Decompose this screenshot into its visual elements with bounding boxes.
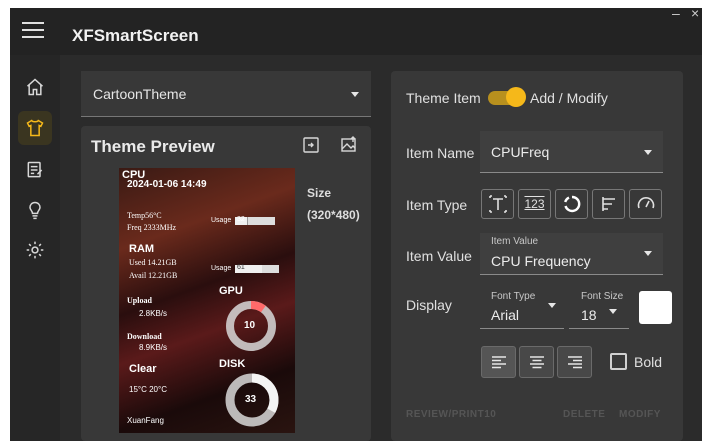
circle-progress-icon[interactable] [555,189,588,219]
chevron-down-icon [548,303,556,308]
item-value-select[interactable]: Item Value CPU Frequency [480,233,663,275]
theme-preview-card: Theme Preview CPU 2024-01-06 14:49 Temp5… [81,126,371,441]
item-value-hint: Item Value [491,236,539,247]
weather-label: Clear [129,363,157,375]
app-title: XFSmartScreen [72,26,199,45]
item-name-select[interactable]: CPUFreq [480,131,663,173]
close-button[interactable]: × [691,8,699,21]
font-type-hint: Font Type [491,291,536,302]
chevron-down-icon [351,92,359,97]
font-size-select[interactable]: Font Size 18 [569,284,629,329]
datetime-text: 2024-01-06 14:49 [127,179,207,190]
cpu-usage-value: 32 [237,216,245,223]
theme-select[interactable]: CartoonTheme [81,71,371,117]
gpu-label: GPU [219,285,243,297]
delete-button[interactable]: DELETE [563,409,605,420]
disk-label: DISK [219,358,246,370]
cpu-temp: Temp56°C [127,211,162,220]
size-label: Size [307,186,332,200]
review-print-button[interactable]: REVIEW/PRINT10 [406,409,496,420]
item-type-label: Item Type [406,197,468,213]
font-type-select[interactable]: Font Type Arial [480,284,564,329]
ram-used: Used 14.21GB [129,258,177,267]
cpu-usage-bar: 32 [235,216,275,225]
mode-label: Add / Modify [530,90,608,106]
align-center-icon[interactable] [519,346,554,378]
edit-list-icon[interactable] [18,153,52,187]
text-type-icon[interactable] [481,189,514,219]
weather-temps: 15°C 20°C [129,385,167,394]
size-value: (320*480) [307,208,360,222]
display-label: Display [406,297,452,313]
nav-rail [10,55,60,441]
minimize-button[interactable]: – [672,8,680,21]
theme-item-label: Theme Item [406,90,481,106]
title-bar: – × XFSmartScreen [10,8,702,55]
item-value-value: CPU Frequency [491,253,591,269]
theme-item-editor: Theme Item Add / Modify Item Name CPUFre… [391,71,683,441]
app-window: – × XFSmartScreen CartoonTheme Theme Pre… [10,8,702,441]
modify-button[interactable]: MODIFY [619,409,661,420]
item-value-label: Item Value [406,248,472,264]
upload-value: 2.8KB/s [139,309,168,318]
chevron-down-icon [609,309,617,314]
ram-usage-bar: 61 [235,264,279,273]
lightbulb-icon[interactable] [18,193,52,227]
export-icon[interactable] [302,136,320,154]
bold-checkbox[interactable] [610,353,627,370]
city-label: XuanFang [127,416,164,425]
align-left-icon[interactable] [481,346,516,378]
image-icon[interactable] [340,136,358,154]
mode-toggle-knob[interactable] [506,87,526,107]
home-icon[interactable] [18,70,52,104]
font-size-value: 18 [581,307,597,323]
number-type-icon[interactable]: 123 [518,189,551,219]
theme-icon[interactable] [18,111,52,145]
ram-usage-label: Usage [211,265,232,272]
ram-usage-value: 61 [237,264,245,271]
ram-avail: Avail 12.21GB [129,271,178,280]
chevron-down-icon [644,251,652,256]
settings-icon[interactable] [18,233,52,267]
theme-select-value: CartoonTheme [93,86,187,102]
font-type-value: Arial [491,307,520,323]
download-value: 8.9KB/s [139,343,168,352]
device-screen-preview: CPU 2024-01-06 14:49 Temp56°C Freq 2333M… [119,168,295,433]
cpu-usage-label: Usage [211,217,232,224]
bar-progress-icon[interactable] [592,189,625,219]
preview-title: Theme Preview [91,137,215,156]
menu-icon[interactable] [22,22,44,40]
font-color-swatch[interactable] [639,291,672,324]
chevron-down-icon [644,150,652,155]
gpu-value: 10 [244,320,256,331]
item-name-label: Item Name [406,145,475,161]
upload-label: Upload [127,296,152,305]
download-label: Download [127,332,162,341]
number-type-glyph: 123 [524,197,545,211]
cpu-freq: Freq 2333MHz [127,223,177,232]
bold-label: Bold [634,354,663,370]
font-size-hint: Font Size [581,291,624,302]
item-name-value: CPUFreq [491,144,550,160]
ram-label: RAM [129,243,155,255]
align-right-icon[interactable] [557,346,592,378]
gauge-icon[interactable] [629,189,662,219]
disk-value: 33 [245,394,257,405]
